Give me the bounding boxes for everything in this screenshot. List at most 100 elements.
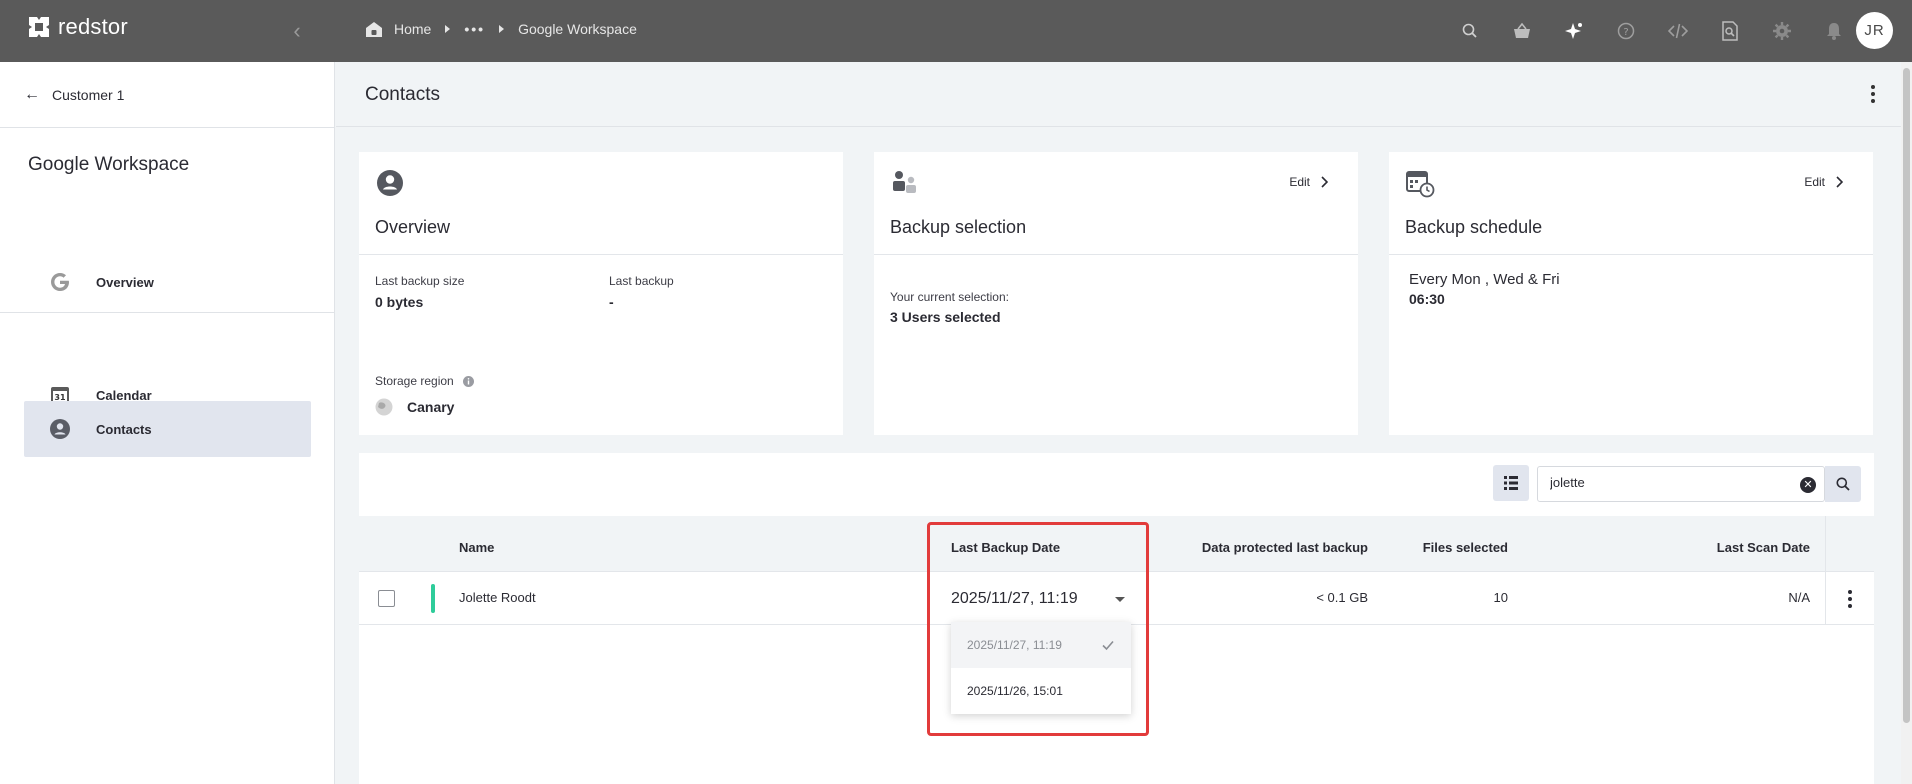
- row-name: Jolette Roodt: [459, 590, 536, 605]
- collapse-sidebar-icon[interactable]: ‹: [286, 18, 308, 44]
- storage-region-label-row: Storage region: [375, 374, 475, 388]
- bell-icon: [1827, 23, 1841, 40]
- backup-date-option[interactable]: 2025/11/26, 15:01: [951, 668, 1131, 714]
- column-header-last-scan-date[interactable]: Last Scan Date: [1717, 540, 1810, 555]
- contacts-search-field: ✕: [1537, 466, 1825, 502]
- divider: [0, 312, 335, 313]
- page-title: Contacts: [365, 84, 440, 105]
- backup-selection-edit-button[interactable]: Edit: [1289, 175, 1328, 189]
- sidebar: ← Customer 1 Google Workspace Overview 3…: [0, 62, 335, 784]
- row-select-checkbox[interactable]: [378, 590, 395, 607]
- chevron-right-icon: [1836, 176, 1843, 188]
- current-selection-label: Your current selection:: [890, 290, 1009, 304]
- gear-icon: [1773, 22, 1791, 40]
- breadcrumb-ellipsis[interactable]: •••: [464, 21, 485, 37]
- top-toolbar: ?: [1444, 14, 1860, 48]
- search-button[interactable]: [1444, 14, 1496, 48]
- row-data-protected: < 0.1 GB: [1316, 590, 1368, 605]
- last-backup-value: -: [609, 294, 614, 310]
- sidebar-item-label: Overview: [96, 274, 154, 290]
- breadcrumb-separator-icon: [445, 25, 451, 33]
- schedule-time: 06:30: [1409, 291, 1445, 307]
- page-header: Contacts: [336, 62, 1901, 127]
- backup-date-option[interactable]: 2025/11/27, 11:19: [951, 622, 1131, 668]
- column-header-files-selected[interactable]: Files selected: [1423, 540, 1508, 555]
- row-status-indicator: [431, 584, 435, 613]
- search-submit-button[interactable]: [1825, 466, 1861, 502]
- page-scrollbar[interactable]: [1901, 62, 1912, 784]
- back-link-label: Customer 1: [52, 87, 125, 103]
- settings-button[interactable]: [1756, 14, 1808, 48]
- audit-search-button[interactable]: [1704, 14, 1756, 48]
- column-header-name[interactable]: Name: [459, 540, 494, 555]
- google-icon: [48, 270, 72, 294]
- column-divider: [1825, 516, 1826, 572]
- back-to-customer-link[interactable]: ← Customer 1: [24, 86, 124, 104]
- contact-icon: [48, 417, 72, 441]
- last-backup-size-value: 0 bytes: [375, 294, 424, 310]
- row-last-scan-date: N/A: [1788, 590, 1810, 605]
- breadcrumb: Home ••• Google Workspace: [364, 19, 637, 39]
- sidebar-item-contacts[interactable]: Contacts: [24, 401, 311, 457]
- backup-schedule-title: Backup schedule: [1405, 217, 1543, 237]
- storage-region-value: Canary: [407, 399, 455, 415]
- sparkle-icon: [1565, 23, 1582, 39]
- sidebar-title: Google Workspace: [28, 154, 190, 175]
- page-more-options-icon[interactable]: [1863, 82, 1883, 106]
- storage-region-row: Canary: [375, 398, 454, 416]
- backup-date-option-label: 2025/11/27, 11:19: [967, 638, 1062, 652]
- redstor-logo-icon: [29, 17, 49, 37]
- last-backup-label: Last backup: [609, 274, 674, 288]
- backup-date-selected-value: 2025/11/27, 11:19: [951, 590, 1078, 607]
- column-header-last-backup-date[interactable]: Last Backup Date: [951, 540, 1060, 555]
- breadcrumb-home[interactable]: Home: [394, 21, 431, 37]
- contacts-search-input[interactable]: [1550, 475, 1750, 490]
- help-button[interactable]: ?: [1600, 14, 1652, 48]
- notifications-button[interactable]: [1808, 14, 1860, 48]
- chevron-right-icon: [1321, 176, 1328, 188]
- scrollbar-thumb[interactable]: [1903, 68, 1910, 723]
- svg-text:?: ?: [1623, 27, 1628, 38]
- home-icon: [366, 22, 382, 37]
- logo-text: redstor: [58, 14, 128, 39]
- divider: [0, 127, 335, 128]
- api-button[interactable]: [1652, 14, 1704, 48]
- row-more-options-icon[interactable]: [1840, 587, 1860, 611]
- top-bar: redstor ‹ Home ••• Google Workspace ? JR: [0, 0, 1912, 62]
- document-search-icon: [1722, 21, 1738, 41]
- edit-label: Edit: [1289, 175, 1310, 189]
- arrow-left-icon: ←: [24, 86, 40, 103]
- sidebar-item-overview[interactable]: Overview: [24, 254, 311, 310]
- calendar-clock-icon: [1406, 171, 1435, 198]
- column-divider: [1825, 572, 1826, 625]
- search-icon: [1462, 23, 1477, 38]
- list-view-toggle-button[interactable]: [1493, 465, 1529, 501]
- caret-down-icon: [1115, 597, 1125, 602]
- ai-sparkle-button[interactable]: [1548, 14, 1600, 48]
- backup-selection-title: Backup selection: [890, 217, 1027, 237]
- check-icon: [1102, 640, 1114, 651]
- help-icon: ?: [1617, 22, 1635, 40]
- breadcrumb-separator-icon: [499, 25, 505, 33]
- overview-card: Overview Last backup size 0 bytes Last b…: [359, 152, 843, 435]
- logo[interactable]: redstor: [26, 14, 128, 40]
- backup-date-select[interactable]: 2025/11/27, 11:19: [951, 590, 1131, 610]
- edit-label: Edit: [1804, 175, 1825, 189]
- sidebar-item-label: Contacts: [96, 421, 152, 437]
- backup-schedule-edit-button[interactable]: Edit: [1804, 175, 1843, 189]
- backup-selection-card: Edit Backup selection Your current selec…: [874, 152, 1358, 435]
- info-icon[interactable]: [462, 375, 475, 388]
- region-globe-icon: [375, 398, 393, 416]
- basket-button[interactable]: [1496, 14, 1548, 48]
- backup-date-dropdown: 2025/11/27, 11:19 2025/11/26, 15:01: [951, 622, 1131, 714]
- overview-card-title: Overview: [375, 217, 451, 237]
- schedule-days: Every Mon , Wed & Fri: [1409, 271, 1560, 288]
- list-view-icon: [1504, 476, 1518, 490]
- last-backup-size-label: Last backup size: [375, 274, 465, 288]
- user-avatar[interactable]: JR: [1856, 12, 1893, 49]
- column-header-data-protected[interactable]: Data protected last backup: [1202, 540, 1368, 555]
- search-icon: [1836, 477, 1850, 491]
- breadcrumb-current: Google Workspace: [518, 21, 637, 37]
- code-icon: [1667, 23, 1689, 39]
- clear-search-icon[interactable]: ✕: [1800, 477, 1816, 493]
